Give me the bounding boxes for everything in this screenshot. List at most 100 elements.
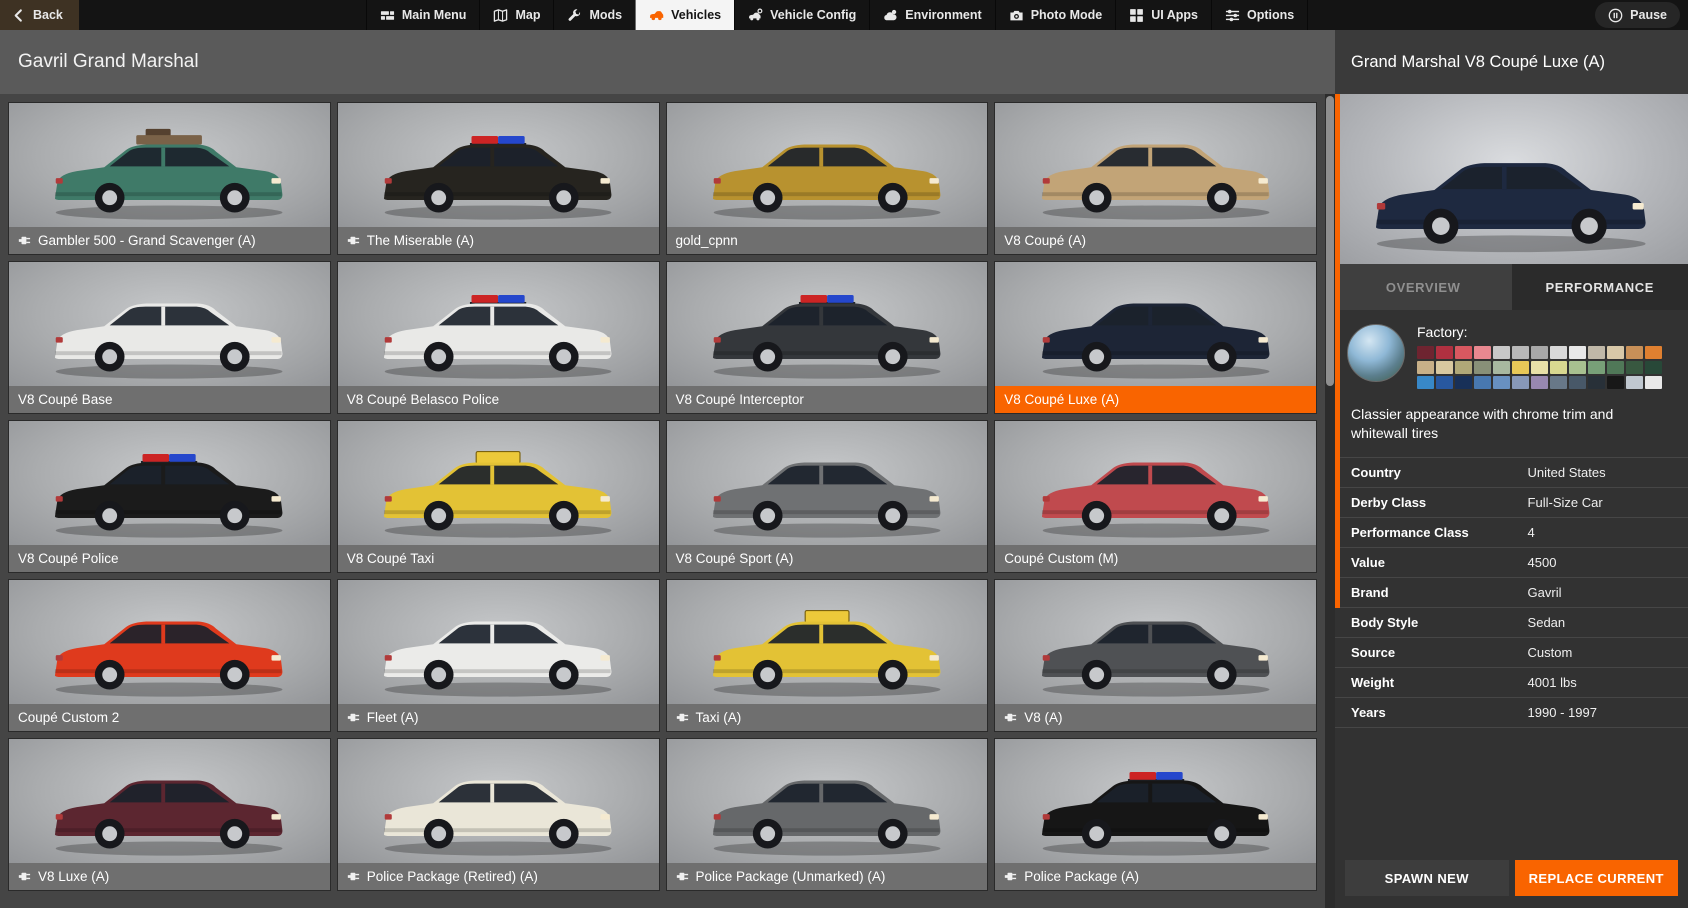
vehicle-thumbnail (667, 262, 988, 386)
tab-performance[interactable]: PERFORMANCE (1512, 264, 1688, 310)
spec-row: CountryUnited States (1335, 457, 1688, 487)
paint-swatch[interactable] (1569, 361, 1586, 374)
paint-swatch[interactable] (1531, 361, 1548, 374)
vehicle-thumbnail (995, 580, 1316, 704)
nav-item-vehicle-config[interactable]: Vehicle Config (734, 0, 869, 30)
paint-swatch[interactable] (1512, 361, 1529, 374)
paint-swatch[interactable] (1512, 376, 1529, 389)
paint-swatch[interactable] (1474, 346, 1491, 359)
nav-item-environment[interactable]: Environment (869, 0, 994, 30)
paint-swatch[interactable] (1588, 376, 1605, 389)
vehicle-tile[interactable]: V8 Coupé Sport (A) (666, 420, 989, 573)
pause-icon (1608, 8, 1623, 23)
paint-swatch[interactable] (1455, 346, 1472, 359)
paint-swatch[interactable] (1455, 376, 1472, 389)
paint-swatch[interactable] (1645, 346, 1662, 359)
panel-header: Grand Marshal V8 Coupé Luxe (A) (1335, 30, 1688, 94)
car-render (1031, 602, 1281, 704)
paint-swatch[interactable] (1493, 361, 1510, 374)
paint-swatch[interactable] (1607, 376, 1624, 389)
nav-item-main-menu[interactable]: Main Menu (366, 0, 480, 30)
vehicle-name: V8 Coupé Sport (A) (676, 551, 794, 566)
vehicle-thumbnail (995, 103, 1316, 227)
vehicle-tile[interactable]: V8 Luxe (A) (8, 738, 331, 891)
paint-swatch[interactable] (1550, 346, 1567, 359)
replace-current-button[interactable]: REPLACE CURRENT (1515, 860, 1679, 896)
main-menu-icon (380, 8, 395, 23)
vehicle-tile[interactable]: Police Package (Retired) (A) (337, 738, 660, 891)
vehicle-thumbnail (338, 262, 659, 386)
nav-item-label: Vehicles (671, 8, 721, 22)
paint-swatch[interactable] (1588, 346, 1605, 359)
paint-swatch[interactable] (1512, 346, 1529, 359)
nav-item-photo-mode[interactable]: Photo Mode (995, 0, 1116, 30)
paint-swatch[interactable] (1455, 361, 1472, 374)
scrollbar-track[interactable] (1325, 94, 1335, 908)
paint-swatch[interactable] (1474, 376, 1491, 389)
vehicle-tile[interactable]: The Miserable (A) (337, 102, 660, 255)
paint-swatch[interactable] (1436, 346, 1453, 359)
paint-swatch[interactable] (1645, 361, 1662, 374)
spawn-new-button[interactable]: SPAWN NEW (1345, 860, 1509, 896)
vehicle-tile[interactable]: V8 (A) (994, 579, 1317, 732)
vehicle-thumbnail (338, 580, 659, 704)
paint-swatch[interactable] (1493, 376, 1510, 389)
nav-item-options[interactable]: Options (1211, 0, 1308, 30)
nav-item-ui-apps[interactable]: UI Apps (1115, 0, 1211, 30)
vehicle-tile-label: Coupé Custom (M) (995, 545, 1316, 572)
vehicle-grid: Gambler 500 - Grand Scavenger (A)The Mis… (8, 102, 1317, 891)
nav-item-map[interactable]: Map (479, 0, 553, 30)
options-icon (1225, 8, 1240, 23)
paint-swatch[interactable] (1645, 376, 1662, 389)
nav-item-vehicles[interactable]: Vehicles (635, 0, 734, 30)
paint-swatch[interactable] (1607, 346, 1624, 359)
paint-swatch[interactable] (1474, 361, 1491, 374)
vehicle-tile[interactable]: Fleet (A) (337, 579, 660, 732)
vehicle-tile[interactable]: Police Package (Unmarked) (A) (666, 738, 989, 891)
spec-row: BrandGavril (1335, 577, 1688, 607)
vehicle-tile[interactable]: V8 Coupé Belasco Police (337, 261, 660, 414)
vehicle-tile-label: V8 Coupé Interceptor (667, 386, 988, 413)
paint-swatch[interactable] (1531, 376, 1548, 389)
vehicle-tile[interactable]: V8 Coupé Luxe (A) (994, 261, 1317, 414)
tab-overview[interactable]: OVERVIEW (1335, 264, 1512, 310)
paint-swatch[interactable] (1550, 376, 1567, 389)
paint-swatch[interactable] (1626, 361, 1643, 374)
car-render (373, 443, 623, 545)
paint-swatch[interactable] (1588, 361, 1605, 374)
paint-swatch[interactable] (1417, 361, 1434, 374)
paint-swatch[interactable] (1436, 361, 1453, 374)
vehicle-tile[interactable]: Gambler 500 - Grand Scavenger (A) (8, 102, 331, 255)
vehicle-tile[interactable]: V8 Coupé Police (8, 420, 331, 573)
vehicle-tile-label: V8 Coupé Sport (A) (667, 545, 988, 572)
paint-swatch[interactable] (1436, 376, 1453, 389)
car-render (373, 284, 623, 386)
paint-swatch[interactable] (1417, 346, 1434, 359)
vehicle-tile[interactable]: V8 Coupé (A) (994, 102, 1317, 255)
vehicle-tile-label: V8 Coupé Belasco Police (338, 386, 659, 413)
vehicle-tile[interactable]: Coupé Custom 2 (8, 579, 331, 732)
vehicle-tile[interactable]: Police Package (A) (994, 738, 1317, 891)
paint-swatch[interactable] (1569, 346, 1586, 359)
topbar-nav: Main MenuMapMods Vehicles Vehicle ConfigEn… (79, 0, 1595, 30)
paint-swatch[interactable] (1626, 346, 1643, 359)
paint-swatch[interactable] (1569, 376, 1586, 389)
paint-swatch[interactable] (1626, 376, 1643, 389)
paint-swatch[interactable] (1493, 346, 1510, 359)
paint-swatch[interactable] (1417, 376, 1434, 389)
vehicle-tile[interactable]: V8 Coupé Base (8, 261, 331, 414)
back-arrow-icon (11, 8, 26, 23)
paint-swatch[interactable] (1550, 361, 1567, 374)
pause-button[interactable]: Pause (1595, 2, 1680, 28)
paint-swatch[interactable] (1531, 346, 1548, 359)
scrollbar-thumb[interactable] (1326, 96, 1334, 386)
paint-swatch[interactable] (1607, 361, 1624, 374)
vehicle-tile[interactable]: V8 Coupé Interceptor (666, 261, 989, 414)
nav-item-mods[interactable]: Mods (553, 0, 635, 30)
factory-environment-thumbnail[interactable] (1347, 324, 1405, 382)
vehicle-tile[interactable]: V8 Coupé Taxi (337, 420, 660, 573)
vehicle-tile[interactable]: Coupé Custom (M) (994, 420, 1317, 573)
back-button[interactable]: Back (0, 0, 79, 30)
vehicle-tile[interactable]: Taxi (A) (666, 579, 989, 732)
vehicle-tile[interactable]: gold_cpnn (666, 102, 989, 255)
